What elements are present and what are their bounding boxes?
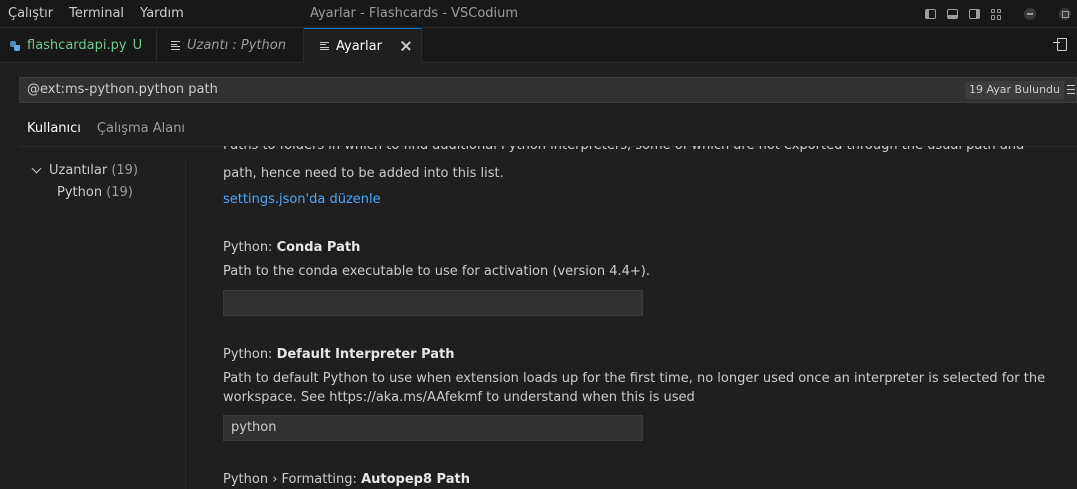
settings-search-input[interactable]: @ext:ms-python.python path 19 Ayar Bulun… — [19, 77, 1077, 103]
conda-path-input[interactable] — [223, 290, 643, 316]
prev-setting-desc: path, hence need to be added into this l… — [223, 166, 504, 181]
tab-label: Uzantı : Python — [187, 38, 286, 53]
open-settings-json-icon[interactable] — [1053, 37, 1069, 53]
toc-label: Uzantılar — [49, 163, 108, 178]
setting-name: Autopep8 Path — [361, 472, 470, 487]
customize-layout-icon[interactable] — [985, 0, 1007, 28]
tab-flashcardapi[interactable]: flashcardapi.py U — [0, 28, 157, 63]
default-interpreter-path-input[interactable]: python — [223, 415, 643, 441]
tab-label: flashcardapi.py — [27, 38, 127, 53]
setting-category: Python: — [223, 240, 277, 255]
search-query: @ext:ms-python.python path — [27, 82, 218, 97]
setting-name: Conda Path — [276, 240, 361, 255]
prev-setting-desc-cut: Paths to folders in which to find additi… — [223, 146, 1053, 156]
setting-title: Python: Default Interpreter Path — [223, 347, 455, 362]
toc-count: (19) — [111, 163, 139, 178]
settings-file-icon — [320, 41, 329, 51]
toc-label: Python — [57, 185, 103, 200]
toggle-secondary-sidebar-icon[interactable] — [963, 0, 985, 28]
preview-icon — [171, 41, 180, 50]
tab-user[interactable]: Kullanıcı — [19, 116, 89, 147]
edit-in-settings-json-link[interactable]: settings.json'da düzenle — [223, 192, 381, 207]
results-count-badge: 19 Ayar Bulundu — [964, 81, 1064, 99]
tab-settings[interactable]: Ayarlar — [304, 28, 422, 63]
window-title: Ayarlar - Flashcards - VSCodium — [309, 6, 519, 21]
setting-title: Python › Formatting: Autopep8 Path — [223, 472, 470, 487]
setting-category: Python › Formatting: — [223, 472, 362, 487]
tab-label: Ayarlar — [336, 38, 382, 54]
toggle-panel-icon[interactable] — [941, 0, 963, 28]
toc-divider — [185, 160, 186, 489]
maximize-button[interactable] — [1053, 0, 1077, 28]
minimize-icon — [1024, 8, 1036, 20]
minimize-button[interactable] — [1007, 0, 1053, 28]
python-file-icon — [10, 40, 20, 51]
setting-description: Path to the conda executable to use for … — [223, 264, 650, 279]
setting-title: Python: Conda Path — [223, 240, 360, 255]
untracked-badge: U — [132, 38, 143, 53]
editor-tab-bar: flashcardapi.py U Uzantı : Python Ayarla… — [0, 28, 1077, 63]
tab-workspace[interactable]: Çalışma Alanı — [89, 116, 193, 146]
maximize-icon — [1059, 8, 1071, 20]
filter-icon[interactable] — [1067, 85, 1075, 94]
setting-description: Path to default Python to use when exten… — [223, 371, 1046, 405]
toc-extensions[interactable]: Uzantılar (19) — [49, 163, 138, 178]
close-icon[interactable] — [399, 39, 413, 53]
toc-python[interactable]: Python (19) — [57, 185, 133, 200]
toc-count: (19) — [106, 185, 133, 200]
tab-extension-python[interactable]: Uzantı : Python — [157, 28, 304, 63]
setting-category: Python: — [223, 347, 277, 362]
toggle-primary-sidebar-icon[interactable] — [919, 0, 941, 28]
settings-scope-tabs: Kullanıcı Çalışma Alanı — [19, 116, 193, 147]
setting-name: Default Interpreter Path — [276, 347, 455, 362]
title-bar: Çalıştır Terminal Yardım Ayarlar - Flash… — [0, 0, 1077, 28]
settings-list: Paths to folders in which to find additi… — [223, 146, 1077, 489]
layout-controls — [919, 0, 1077, 28]
chevron-down-icon[interactable] — [31, 163, 42, 174]
